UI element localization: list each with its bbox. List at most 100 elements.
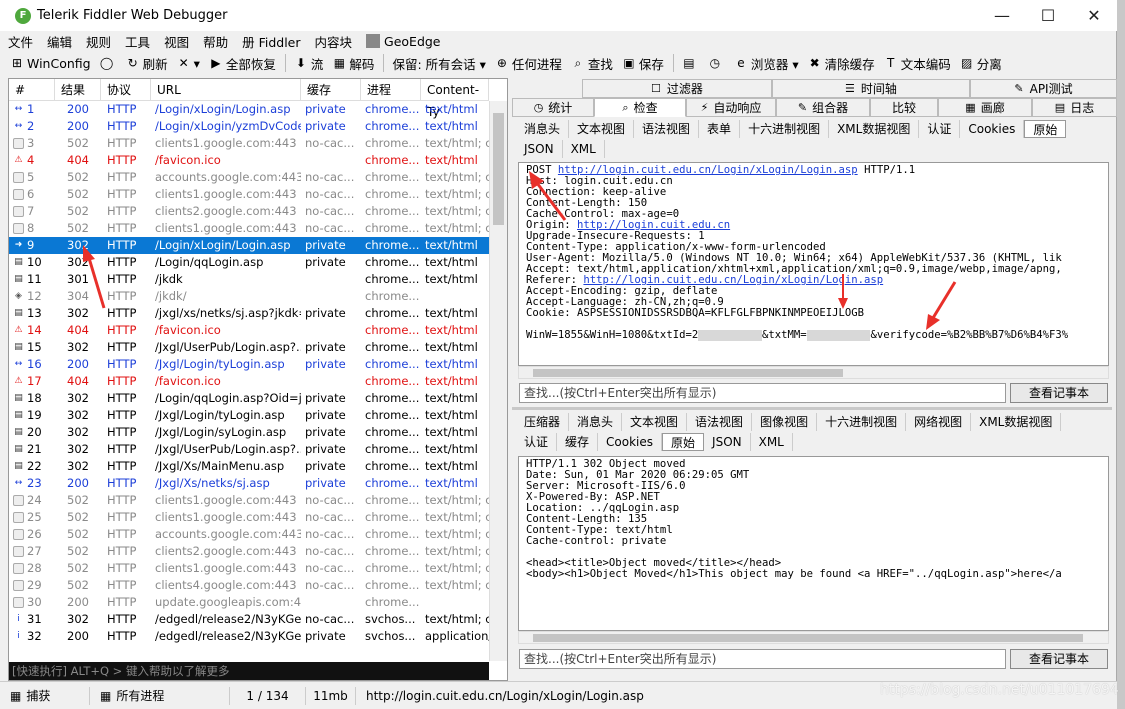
toolbar-button-5[interactable]: ⬇ 流 [294, 54, 324, 73]
inspector-top-tab-0[interactable]: ☐ 过滤器 [582, 79, 772, 98]
table-row[interactable]: ▤ 15 302 HTTP/Jxgl/UserPub/Login.asp?... pri… [9, 339, 489, 356]
table-row[interactable]: 3 502 HTTP clients1.google.com:443 no-cac...… [9, 135, 489, 152]
req_sub1-tab-5[interactable]: XML数据视图 [829, 120, 920, 138]
column-header-0[interactable]: # [9, 79, 55, 100]
column-header-1[interactable]: 结果 [55, 79, 101, 100]
inspector-main-tab-3[interactable]: ✎ 组合器 [776, 98, 870, 117]
response-notepad-button[interactable]: 查看记事本 [1010, 649, 1108, 669]
inspector-main-tab-4[interactable]: 比较 [870, 98, 938, 117]
req_sub2-tab-0[interactable]: JSON [516, 140, 563, 158]
maximize-button[interactable]: ☐ [1025, 0, 1071, 31]
resp_sub2-tab-2[interactable]: Cookies [598, 433, 663, 451]
menu-item-1[interactable]: 编辑 [47, 32, 72, 51]
table-row[interactable]: ▤ 20 302 HTTP/Jxgl/Login/syLogin.asp private… [9, 424, 489, 441]
request-raw-text[interactable]: POST http://login.cuit.edu.cn/Login/xLog… [518, 162, 1109, 366]
inspector-top-tab-2[interactable]: ✎ API测试 [970, 79, 1117, 98]
request-hscroll[interactable] [518, 366, 1109, 379]
resp_sub2-tab-3[interactable]: 原始 [662, 433, 705, 451]
req_sub1-tab-3[interactable]: 表单 [699, 120, 741, 138]
toolbar-button-11[interactable]: ▤ [682, 56, 699, 70]
toolbar-button-0[interactable]: ⊞ WinConfig [10, 56, 91, 71]
toolbar-button-1[interactable]: ◯ [100, 56, 117, 70]
menu-item-8[interactable]: GeoEdge [366, 34, 441, 49]
inspector-main-tab-0[interactable]: ◷ 统计 [512, 98, 594, 117]
table-row[interactable]: ▤ 18 302 HTTP/Login/qqLogin.asp?Oid=j... pri… [9, 390, 489, 407]
table-row[interactable]: 30 200 HTTP update.googleapis.com:443 chrome… [9, 594, 489, 611]
toolbar-button-15[interactable]: T 文本编码 [884, 54, 951, 73]
resp_sub2-tab-0[interactable]: 认证 [516, 433, 558, 451]
req_sub1-tab-0[interactable]: 消息头 [516, 120, 570, 138]
toolbar-button-3[interactable]: ✕ ▾ [177, 56, 200, 71]
request-notepad-button[interactable]: 查看记事本 [1010, 383, 1108, 403]
resp_sub2-tab-4[interactable]: JSON [704, 433, 751, 451]
capture-toggle[interactable]: ▦ 捕获 [0, 686, 90, 705]
resp_sub2-tab-1[interactable]: 缓存 [557, 433, 599, 451]
menu-item-2[interactable]: 规则 [86, 32, 111, 51]
table-row[interactable]: 29 502 HTTP clients4.google.com:443 no-cac..… [9, 577, 489, 594]
table-row[interactable]: ▤ 11 301 HTTP/jkdk chrome... text/html [9, 271, 489, 288]
table-row[interactable]: ▤ 13 302 HTTP/jxgl/xs/netks/sj.asp?jkdk=Y pr… [9, 305, 489, 322]
resp_sub1-tab-0[interactable]: 压缩器 [516, 413, 570, 431]
quickexec-input[interactable]: [快速执行] ALT+Q > 键入帮助以了解更多 [9, 662, 489, 680]
table-row[interactable]: ⚠ 17 404 HTTP/favicon.ico chrome... text/html [9, 373, 489, 390]
table-row[interactable]: ▤ 22 302 HTTP/Jxgl/Xs/MainMenu.asp private ch… [9, 458, 489, 475]
column-header-4[interactable]: 缓存 [301, 79, 361, 100]
req_sub1-tab-7[interactable]: Cookies [960, 120, 1025, 138]
table-row[interactable]: ▤ 19 302 HTTP/Jxgl/Login/tyLogin.asp private… [9, 407, 489, 424]
resp_sub1-tab-4[interactable]: 图像视图 [752, 413, 818, 431]
req_sub1-tab-8[interactable]: 原始 [1024, 120, 1067, 138]
req_sub1-tab-6[interactable]: 认证 [919, 120, 961, 138]
toolbar-button-14[interactable]: ✖ 清除缓存 [808, 54, 875, 73]
request-find-input[interactable]: 查找...(按Ctrl+Enter突出所有显示) [519, 383, 1006, 403]
table-row[interactable]: 25 502 HTTP clients1.google.com:443 no-cac..… [9, 509, 489, 526]
menu-item-4[interactable]: 视图 [164, 32, 189, 51]
inspector-main-tab-5[interactable]: ▦ 画廊 [938, 98, 1032, 117]
column-header-6[interactable]: Content-Ty [421, 79, 489, 119]
table-row[interactable]: i 32 200 HTTP/edgedl/release2/N3yKGe... priv… [9, 628, 489, 645]
req_sub1-tab-1[interactable]: 文本视图 [569, 120, 635, 138]
menu-item-5[interactable]: 帮助 [203, 32, 228, 51]
req_sub2-tab-1[interactable]: XML [563, 140, 605, 158]
response-hscroll[interactable] [518, 631, 1109, 644]
toolbar-button-2[interactable]: ↻ 刷新 [126, 54, 168, 73]
inspector-top-tab-1[interactable]: ☰ 时间轴 [772, 79, 970, 98]
table-row[interactable]: 24 502 HTTP clients1.google.com:443 no-cac..… [9, 492, 489, 509]
resp_sub1-tab-6[interactable]: 网络视图 [906, 413, 972, 431]
toolbar-button-9[interactable]: ⌕ 查找 [571, 54, 613, 73]
table-row[interactable]: ▤ 10 302 HTTP/Login/qqLogin.asp private chrom… [9, 254, 489, 271]
table-row[interactable]: ↔ 2 200 HTTP/Login/xLogin/yzmDvCode... priva… [9, 118, 489, 135]
resp_sub1-tab-7[interactable]: XML数据视图 [971, 413, 1062, 431]
column-header-2[interactable]: 协议 [101, 79, 151, 100]
table-row[interactable]: ↔ 16 200 HTTP/Jxgl/Login/tyLogin.asp private… [9, 356, 489, 373]
menu-item-7[interactable]: 内容块 [315, 32, 353, 51]
table-row[interactable]: i 31 302 HTTP/edgedl/release2/N3yKGe... no-c… [9, 611, 489, 628]
table-row[interactable]: 28 502 HTTP clients1.google.com:443 no-cac..… [9, 560, 489, 577]
resp_sub1-tab-3[interactable]: 语法视图 [687, 413, 753, 431]
column-header-5[interactable]: 进程 [361, 79, 421, 100]
menu-item-6[interactable]: 册 Fiddler [242, 32, 300, 51]
toolbar-button-4[interactable]: ▶ 全部恢复 [209, 54, 276, 73]
resp_sub1-tab-2[interactable]: 文本视图 [622, 413, 688, 431]
minimize-button[interactable]: — [979, 0, 1025, 31]
scrollbar-thumb[interactable] [493, 113, 504, 225]
response-raw-text[interactable]: HTTP/1.1 302 Object moved Date: Sun, 01 … [518, 456, 1109, 631]
toolbar-button-16[interactable]: ▨ 分离 [960, 54, 1002, 73]
toolbar-button-7[interactable]: 保留: 所有会话 ▾ [392, 54, 485, 73]
req_sub1-tab-4[interactable]: 十六进制视图 [740, 120, 830, 138]
session-list-scrollbar[interactable] [489, 101, 507, 661]
table-row[interactable]: ◈ 12 304 HTTP/jkdk/chrome... [9, 288, 489, 305]
table-row[interactable]: ⚠ 4 404 HTTP/favicon.ico chrome... text/html [9, 152, 489, 169]
toolbar-button-12[interactable]: ◷ [708, 56, 725, 70]
req_sub1-tab-2[interactable]: 语法视图 [634, 120, 700, 138]
table-row[interactable]: ➜ 9 302 HTTP/Login/xLogin/Login.asp private c… [9, 237, 489, 254]
toolbar-button-13[interactable]: e 浏览器 ▾ [734, 54, 798, 73]
splitter[interactable] [512, 407, 1112, 410]
toolbar-button-10[interactable]: ▣ 保存 [622, 54, 664, 73]
inspector-main-tab-6[interactable]: ▤ 日志 [1032, 98, 1117, 117]
toolbar-button-6[interactable]: ▦ 解码 [332, 54, 375, 73]
menu-item-3[interactable]: 工具 [125, 32, 150, 51]
table-row[interactable]: 8 502 HTTP clients1.google.com:443 no-cac...… [9, 220, 489, 237]
inspector-main-tab-1[interactable]: ⌕ 检查 [594, 98, 686, 117]
toolbar-button-8[interactable]: ⊕ 任何进程 [495, 54, 562, 73]
column-header-3[interactable]: URL [151, 79, 301, 100]
